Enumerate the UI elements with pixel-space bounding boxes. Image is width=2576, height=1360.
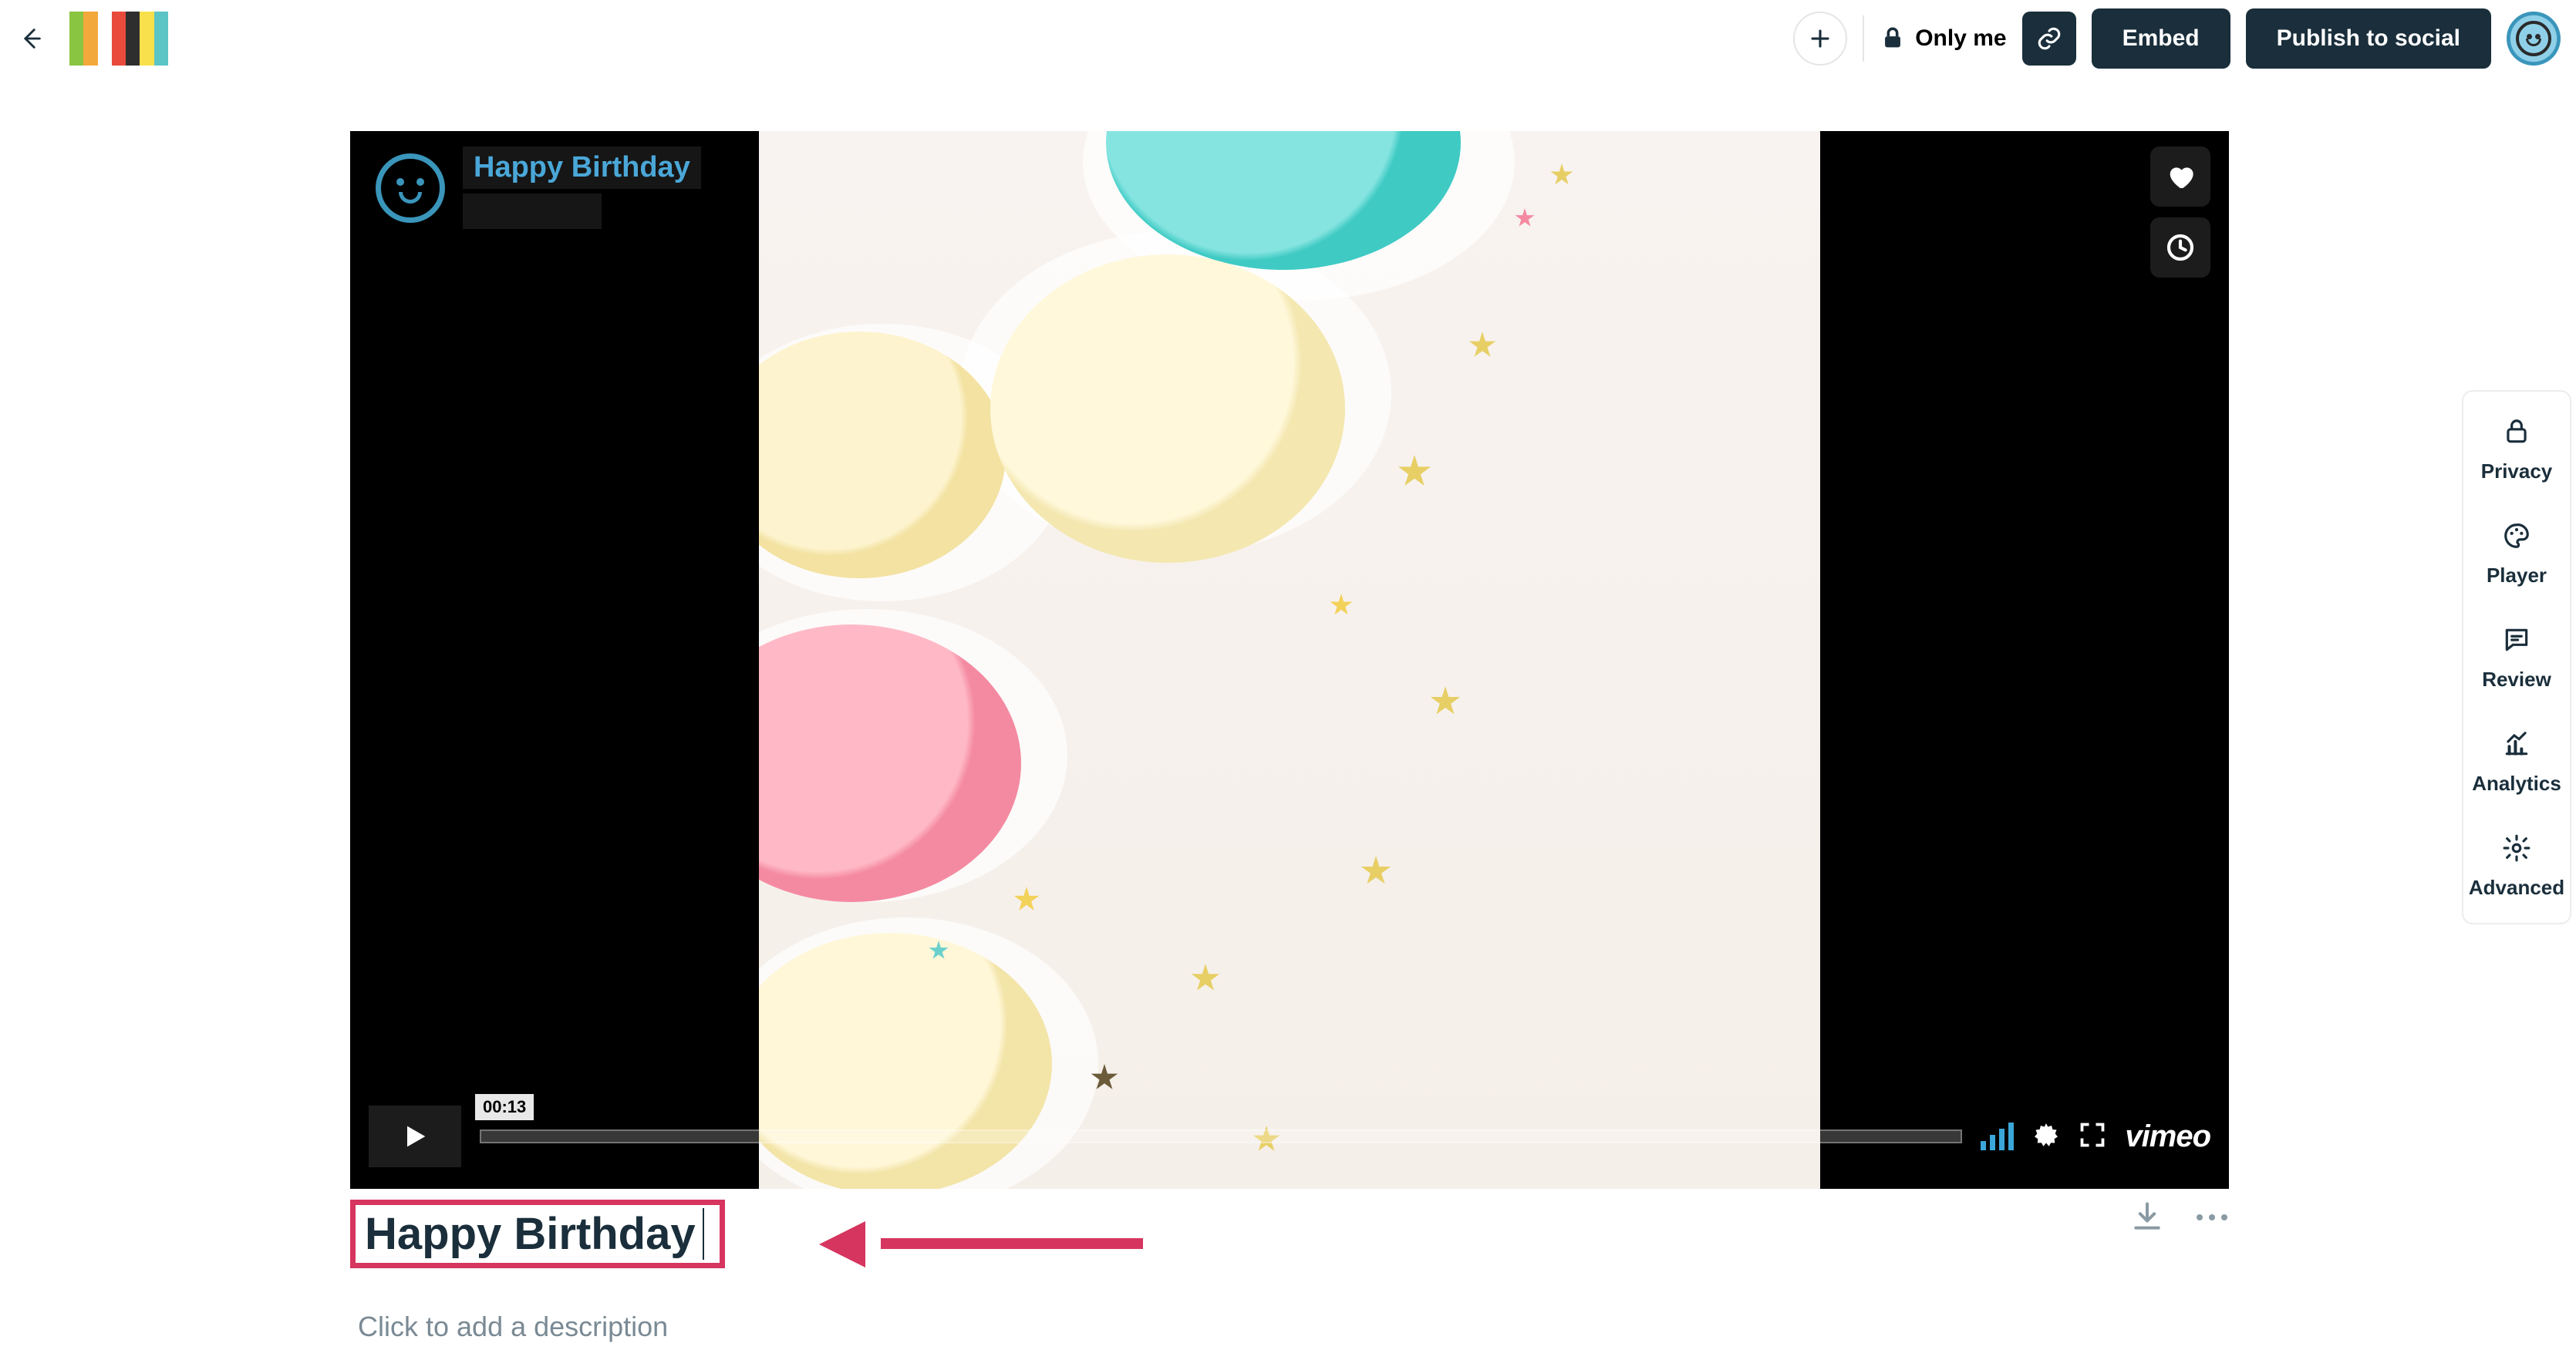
privacy-toggle[interactable]: Only me [1880, 25, 2006, 52]
like-button[interactable] [2150, 146, 2210, 207]
settings-button[interactable] [2032, 1121, 2060, 1153]
fullscreen-icon [2079, 1121, 2106, 1149]
sidebar-item-review[interactable]: Review [2482, 623, 2551, 692]
smiley-icon [376, 153, 445, 223]
back-button[interactable] [15, 23, 46, 54]
vimeo-logo[interactable]: vimeo [2125, 1119, 2210, 1154]
add-button[interactable] [1793, 12, 1847, 66]
sidebar-label: Review [2482, 668, 2551, 692]
player-title[interactable]: Happy Birthday [463, 146, 701, 189]
divider [1863, 15, 1864, 62]
player-subtitle[interactable] [463, 194, 602, 229]
palette-icon [2500, 519, 2534, 553]
link-icon [2036, 25, 2062, 52]
video-thumbnail [759, 131, 1820, 1189]
brand-logo[interactable] [69, 12, 168, 66]
heart-icon [2165, 161, 2196, 192]
download-button[interactable] [2130, 1200, 2164, 1237]
lock-icon [2500, 415, 2534, 449]
sidebar-item-analytics[interactable]: Analytics [2472, 727, 2561, 796]
smiley-icon [2516, 21, 2551, 56]
clock-icon [2165, 232, 2196, 263]
title-edit-highlight [350, 1200, 725, 1268]
play-icon [400, 1121, 430, 1152]
watch-later-button[interactable] [2150, 217, 2210, 278]
comment-icon [2500, 623, 2534, 657]
player-controls: 00:13 vimeo [369, 1098, 2210, 1175]
below-player-row [350, 1200, 2229, 1268]
embed-button[interactable]: Embed [2092, 8, 2230, 69]
fullscreen-button[interactable] [2079, 1121, 2106, 1153]
gear-icon [2500, 831, 2534, 865]
video-title-input[interactable] [365, 1208, 704, 1260]
author-avatar[interactable] [369, 146, 452, 230]
top-bar-right: Only me Embed Publish to social [1793, 0, 2561, 77]
sidebar-item-advanced[interactable]: Advanced [2469, 831, 2564, 900]
player-header: Happy Birthday [369, 146, 701, 230]
gear-icon [2032, 1121, 2060, 1149]
volume-control[interactable] [1981, 1123, 2014, 1150]
sidebar-label: Advanced [2469, 876, 2564, 900]
privacy-label: Only me [1915, 25, 2006, 52]
download-icon [2130, 1200, 2164, 1234]
publish-button[interactable]: Publish to social [2246, 8, 2491, 69]
lock-icon [1880, 25, 1906, 52]
sidebar-item-player[interactable]: Player [2487, 519, 2547, 587]
publish-label: Publish to social [2277, 25, 2460, 52]
time-label: 00:13 [475, 1094, 534, 1120]
arrow-left-icon [18, 25, 44, 52]
more-options-button[interactable] [2195, 1212, 2229, 1226]
description-placeholder[interactable]: Click to add a description [358, 1311, 668, 1343]
sidebar-item-privacy[interactable]: Privacy [2481, 415, 2553, 483]
plus-icon [1809, 27, 1832, 50]
progress-bar[interactable]: 00:13 [480, 1129, 1962, 1143]
player-top-actions [2150, 146, 2210, 278]
more-horizontal-icon [2195, 1213, 2229, 1222]
sidebar-label: Analytics [2472, 772, 2561, 796]
copy-link-button[interactable] [2022, 12, 2076, 66]
sidebar-label: Privacy [2481, 460, 2553, 483]
play-button[interactable] [369, 1106, 461, 1167]
user-avatar[interactable] [2507, 12, 2561, 66]
sidebar-label: Player [2487, 564, 2547, 587]
settings-sidebar: Privacy Player Review Analytics Advanced [2462, 390, 2571, 924]
chart-icon [2500, 727, 2534, 761]
top-bar: Only me Embed Publish to social [0, 0, 2576, 77]
video-player[interactable]: Happy Birthday 00:13 [350, 131, 2229, 1189]
embed-label: Embed [2123, 25, 2200, 52]
